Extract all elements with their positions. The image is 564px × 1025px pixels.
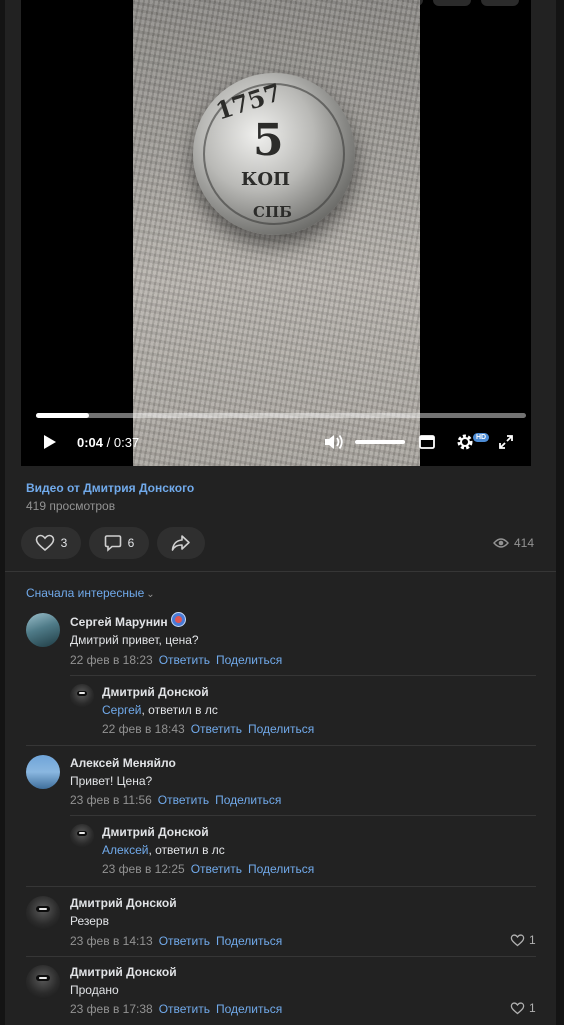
divider bbox=[5, 571, 556, 572]
divider bbox=[26, 886, 536, 887]
comments-sort-dropdown[interactable]: Сначала интересные ⌄ bbox=[26, 586, 155, 600]
video-top-button[interactable] bbox=[481, 0, 519, 6]
comment-author[interactable]: Дмитрий Донской bbox=[70, 896, 177, 910]
comment-author[interactable]: Дмитрий Донской bbox=[102, 825, 209, 839]
comment-author[interactable]: Сергей Марунин bbox=[70, 615, 168, 629]
coin-unit: КОП bbox=[241, 169, 291, 190]
heart-icon bbox=[35, 534, 54, 552]
comment-date: 23 фев в 17:38 bbox=[70, 1002, 153, 1016]
comment-text: Сергей, ответил в лс bbox=[102, 703, 218, 717]
comment-date: 23 фев в 12:25 bbox=[102, 862, 185, 876]
settings-gear-icon[interactable] bbox=[455, 432, 475, 452]
video-frame: 1757 5 КОП СПБ bbox=[133, 0, 420, 466]
comment-meta: 22 фев в 18:23 Ответить Поделиться bbox=[70, 653, 282, 667]
comment-like-count: 1 bbox=[529, 1001, 536, 1015]
comment-author[interactable]: Алексей Меняйло bbox=[70, 756, 176, 770]
chevron-down-icon: ⌄ bbox=[146, 589, 155, 600]
comment-like-count: 1 bbox=[529, 933, 536, 947]
volume-slider[interactable] bbox=[355, 440, 405, 444]
miniplayer-icon[interactable] bbox=[419, 434, 435, 450]
user-badge-icon bbox=[171, 612, 186, 627]
video-author-link[interactable]: Видео от Дмитрия Донского bbox=[26, 481, 194, 495]
comment-author[interactable]: Дмитрий Донской bbox=[102, 685, 209, 699]
avatar[interactable] bbox=[26, 965, 60, 999]
avatar[interactable] bbox=[70, 684, 94, 708]
reply-link[interactable]: Ответить bbox=[159, 1002, 210, 1016]
divider bbox=[26, 956, 536, 957]
share-link[interactable]: Поделиться bbox=[216, 934, 282, 948]
view-counter: 414 bbox=[493, 536, 534, 550]
volume-icon[interactable] bbox=[323, 433, 345, 451]
avatar[interactable] bbox=[26, 613, 60, 647]
share-link[interactable]: Поделиться bbox=[248, 862, 314, 876]
divider bbox=[26, 745, 536, 746]
comment-meta: 23 фев в 14:13 Ответить Поделиться bbox=[70, 934, 282, 948]
mention-link[interactable]: Алексей bbox=[102, 843, 148, 857]
views-count-line: 419 просмотров bbox=[26, 499, 116, 513]
avatar[interactable] bbox=[26, 896, 60, 930]
comment-button[interactable]: 6 bbox=[89, 527, 149, 559]
comment-meta: 23 фев в 17:38 Ответить Поделиться bbox=[70, 1002, 282, 1016]
reply-link[interactable]: Ответить bbox=[158, 793, 209, 807]
mention-link[interactable]: Сергей bbox=[102, 703, 142, 717]
comment-text: Продано bbox=[70, 983, 119, 997]
likes-count: 3 bbox=[60, 536, 68, 550]
comment-like-button[interactable]: 1 bbox=[510, 1001, 536, 1015]
coin-image: 1757 5 КОП СПБ bbox=[193, 73, 355, 235]
comment-meta: 23 фев в 12:25 Ответить Поделиться bbox=[102, 862, 314, 876]
like-button[interactable]: 3 bbox=[21, 527, 81, 559]
reply-link[interactable]: Ответить bbox=[191, 862, 242, 876]
reply-link[interactable]: Ответить bbox=[159, 934, 210, 948]
avatar[interactable] bbox=[70, 824, 94, 848]
comment-like-button[interactable]: 1 bbox=[510, 933, 536, 947]
divider bbox=[70, 675, 536, 676]
share-link[interactable]: Поделиться bbox=[216, 1002, 282, 1016]
eye-icon bbox=[493, 538, 509, 548]
share-link[interactable]: Поделиться bbox=[215, 793, 281, 807]
duration: 0:37 bbox=[113, 435, 140, 450]
share-link[interactable]: Поделиться bbox=[216, 653, 282, 667]
comment-date: 22 фев в 18:23 bbox=[70, 653, 153, 667]
video-time: 0:04 / 0:37 bbox=[77, 435, 139, 450]
reply-link[interactable]: Ответить bbox=[191, 722, 242, 736]
view-count: 414 bbox=[514, 536, 535, 550]
current-time: 0:04 bbox=[77, 435, 104, 450]
comment-meta: 22 фев в 18:43 Ответить Поделиться bbox=[102, 722, 314, 736]
time-separator: / bbox=[103, 435, 114, 450]
comment-meta: 23 фев в 11:56 Ответить Поделиться bbox=[70, 793, 281, 807]
hd-badge: HD bbox=[473, 433, 490, 442]
heart-icon bbox=[510, 933, 525, 946]
reply-link[interactable]: Ответить bbox=[159, 653, 210, 667]
heart-icon bbox=[510, 1001, 525, 1014]
sort-label: Сначала интересные bbox=[26, 586, 145, 600]
play-icon[interactable] bbox=[43, 434, 57, 450]
coin-denomination: 5 bbox=[253, 115, 284, 166]
comment-text: Дмитрий привет, цена? bbox=[70, 633, 199, 647]
comment-author[interactable]: Дмитрий Донской bbox=[70, 965, 177, 979]
comment-date: 23 фев в 14:13 bbox=[70, 934, 153, 948]
video-progress-fill bbox=[36, 413, 89, 418]
divider bbox=[70, 815, 536, 816]
comment-date: 23 фев в 11:56 bbox=[70, 793, 152, 807]
share-icon bbox=[171, 535, 190, 551]
comment-text: Резерв bbox=[70, 914, 109, 928]
fullscreen-icon[interactable] bbox=[498, 434, 514, 450]
share-button[interactable] bbox=[157, 527, 205, 559]
video-scrubber[interactable] bbox=[36, 413, 526, 418]
coin-mint: СПБ bbox=[253, 203, 292, 221]
comments-count: 6 bbox=[127, 536, 135, 550]
comment-icon bbox=[104, 535, 121, 552]
comment-text: Привет! Цена? bbox=[70, 774, 153, 788]
video-player[interactable]: 1757 5 КОП СПБ 0:04 / 0:37 HD bbox=[21, 0, 531, 466]
avatar[interactable] bbox=[26, 755, 60, 789]
comment-text: Алексей, ответил в лс bbox=[102, 843, 225, 857]
share-link[interactable]: Поделиться bbox=[248, 722, 314, 736]
video-top-button[interactable] bbox=[433, 0, 471, 6]
comment-date: 22 фев в 18:43 bbox=[102, 722, 185, 736]
